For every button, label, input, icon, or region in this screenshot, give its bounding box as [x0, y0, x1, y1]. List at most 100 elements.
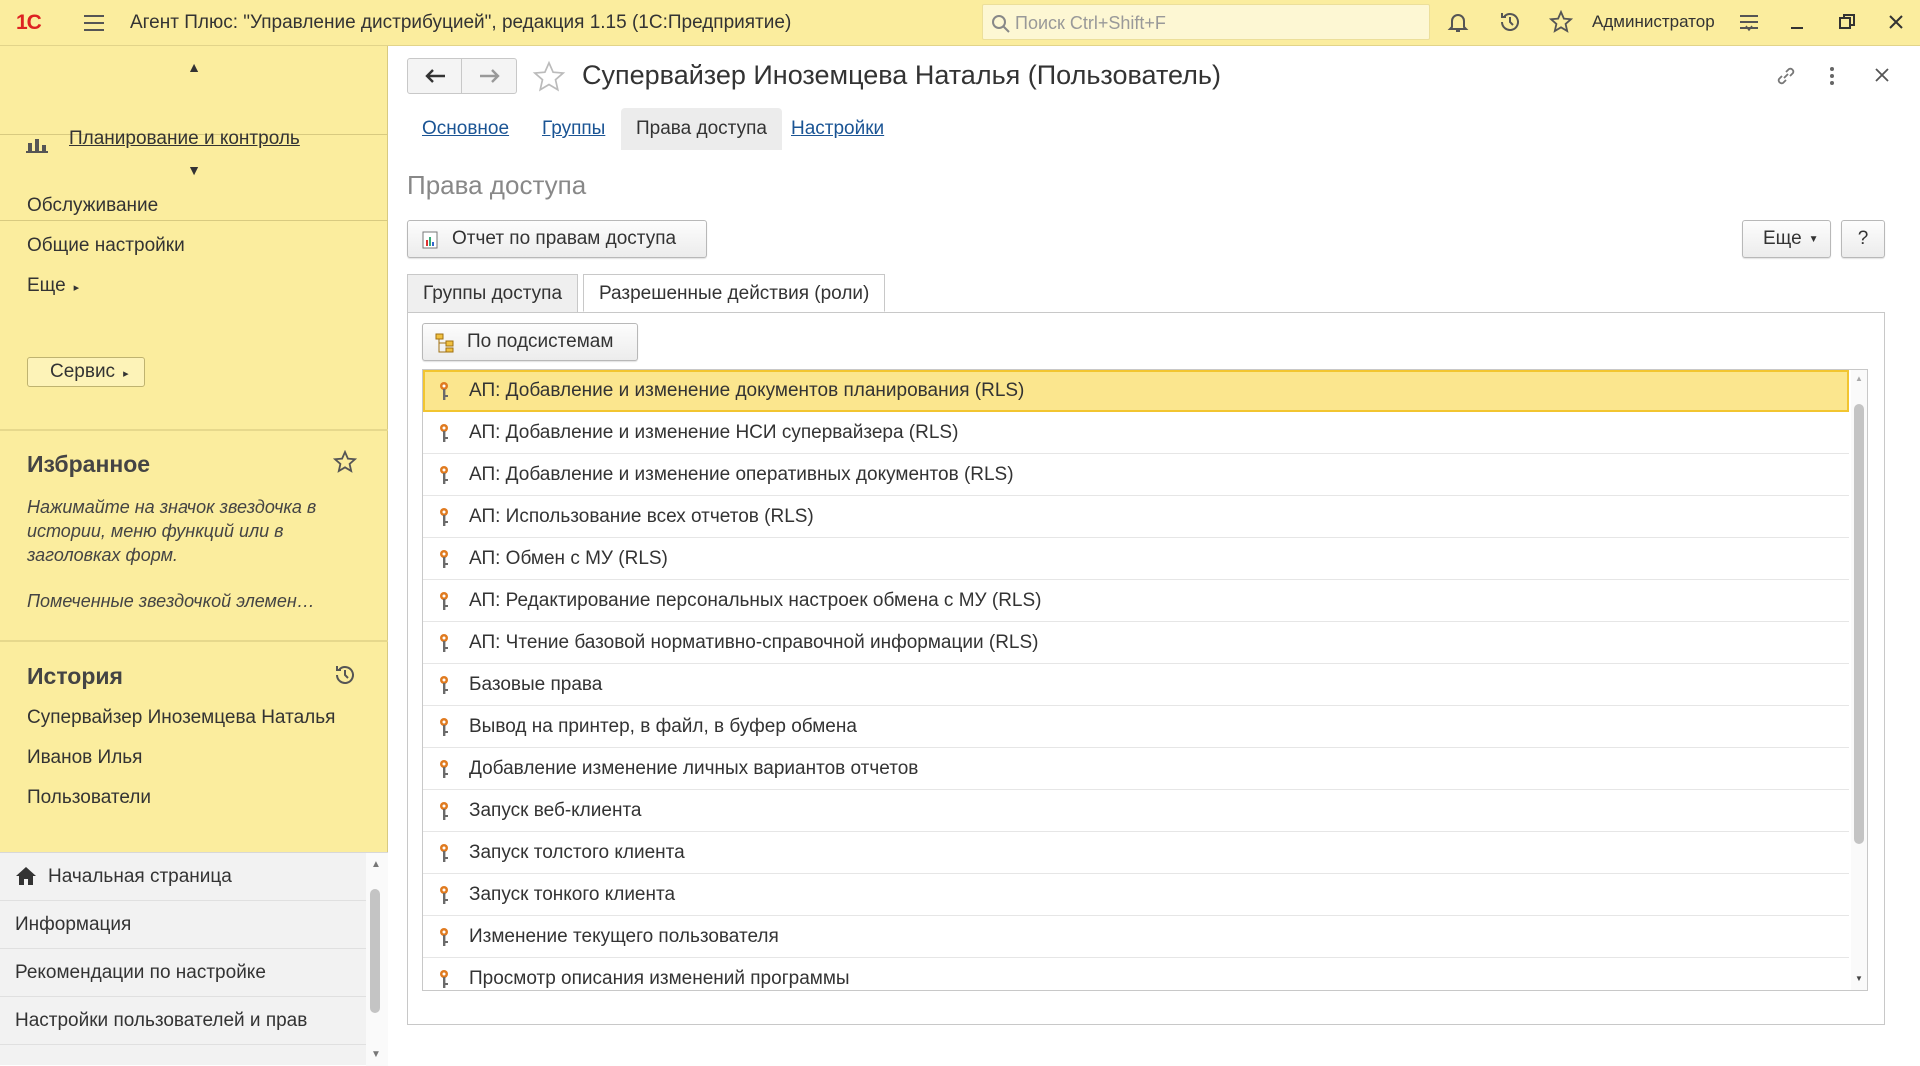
key-icon: [437, 507, 451, 527]
history-icon[interactable]: [1498, 10, 1522, 34]
history-item[interactable]: Пользователи: [27, 787, 151, 809]
list-item[interactable]: АП: Обмен с МУ (RLS): [423, 538, 1849, 580]
chevron-right-icon: ▸: [123, 368, 129, 380]
list-item[interactable]: Базовые права: [423, 664, 1849, 706]
list-item[interactable]: Вывод на принтер, в файл, в буфер обмена: [423, 706, 1849, 748]
key-icon: [437, 633, 451, 653]
report-icon: [422, 231, 438, 249]
list-item-label: Базовые права: [469, 674, 603, 695]
divider: [0, 429, 388, 431]
servis-button[interactable]: Сервис ▸: [27, 357, 145, 387]
main-form: Супервайзер Иноземцева Наталья (Пользова…: [389, 46, 1920, 1025]
menu-general-settings[interactable]: Общие настройки: [27, 235, 185, 257]
access-report-button[interactable]: Отчет по правам доступа: [407, 220, 707, 258]
nav-user-settings[interactable]: Настройки пользователей и прав: [0, 997, 366, 1045]
list-item-label: Добавление изменение личных вариантов от…: [469, 758, 919, 779]
link-icon[interactable]: [1774, 64, 1798, 88]
restore-icon[interactable]: [1835, 10, 1859, 34]
star-icon[interactable]: [531, 60, 567, 94]
close-icon[interactable]: [1884, 10, 1908, 34]
nav-recommendations[interactable]: Рекомендации по настройке: [0, 949, 366, 997]
history-nav: [407, 58, 517, 94]
list-item-label: АП: Чтение базовой нормативно-справочной…: [469, 632, 1039, 653]
close-icon[interactable]: [1873, 66, 1891, 84]
list-item[interactable]: Добавление изменение личных вариантов от…: [423, 748, 1849, 790]
history-icon[interactable]: [333, 663, 357, 687]
back-button[interactable]: [408, 59, 462, 93]
scroll-down-icon[interactable]: ▼: [1855, 974, 1863, 983]
servis-button-label: Сервис: [50, 361, 116, 382]
help-button[interactable]: ?: [1841, 220, 1885, 258]
key-icon: [437, 549, 451, 569]
left-panel: ▲ Планирование и контроль ▼ Обслуживание…: [0, 46, 388, 1066]
history-item[interactable]: Иванов Илья: [27, 747, 142, 769]
page-title: Права доступа: [407, 170, 587, 200]
key-icon: [437, 969, 451, 989]
by-subsystems-button[interactable]: По подсистемам: [422, 323, 638, 361]
list-item[interactable]: АП: Добавление и изменение оперативных д…: [423, 454, 1849, 496]
forward-button[interactable]: [463, 59, 517, 93]
sections-scroll-down[interactable]: ▼: [0, 155, 388, 185]
list-item[interactable]: АП: Добавление и изменение НСИ супервайз…: [423, 412, 1849, 454]
app-title: Агент Плюс: "Управление дистрибуцией", р…: [130, 12, 792, 33]
minimize-icon[interactable]: [1785, 10, 1809, 34]
more-button-label: Еще: [1763, 228, 1802, 249]
list-item[interactable]: АП: Добавление и изменение документов пл…: [423, 370, 1849, 412]
burger-icon[interactable]: [82, 13, 106, 33]
list-item[interactable]: АП: Чтение базовой нормативно-справочной…: [423, 622, 1849, 664]
title-bar: 1С Агент Плюс: "Управление дистрибуцией"…: [0, 0, 1920, 46]
list-item[interactable]: АП: Использование всех отчетов (RLS): [423, 496, 1849, 538]
more-button[interactable]: Еще ▼: [1742, 220, 1831, 258]
roles-panel: По подсистемам АП: Добавление и изменени…: [407, 312, 1885, 1025]
scroll-up-icon[interactable]: ▲: [1855, 374, 1863, 383]
panel-tab-access-groups[interactable]: Группы доступа: [407, 274, 579, 312]
scroll-down-icon[interactable]: ▼: [371, 1049, 381, 1060]
menu-more[interactable]: Еще ▸: [27, 275, 79, 297]
global-search[interactable]: [982, 4, 1430, 40]
key-icon: [437, 927, 451, 947]
list-item-label: Запуск веб-клиента: [469, 800, 642, 821]
tab-settings[interactable]: Настройки: [776, 108, 899, 150]
key-icon: [437, 717, 451, 737]
app-logo[interactable]: 1С: [16, 11, 42, 35]
list-item[interactable]: Просмотр описания изменений программы: [423, 958, 1849, 990]
sections-scroll-up[interactable]: ▲: [0, 52, 388, 82]
search-input[interactable]: [1015, 11, 1415, 35]
list-item-label: Запуск толстого клиента: [469, 842, 685, 863]
list-item[interactable]: АП: Редактирование персональных настроек…: [423, 580, 1849, 622]
nav-home-label: Начальная страница: [48, 866, 232, 887]
bell-icon[interactable]: [1446, 10, 1470, 34]
roles-list[interactable]: АП: Добавление и изменение документов пл…: [422, 369, 1868, 991]
nav-info[interactable]: Информация: [0, 901, 366, 949]
list-item[interactable]: Запуск тонкого клиента: [423, 874, 1849, 916]
scroll-thumb[interactable]: [370, 889, 380, 1013]
star-icon[interactable]: [1549, 10, 1573, 34]
list-item-label: Вывод на принтер, в файл, в буфер обмена: [469, 716, 857, 737]
settings-lines-icon[interactable]: [1737, 10, 1761, 34]
tab-groups[interactable]: Группы: [527, 108, 620, 150]
list-item-label: АП: Добавление и изменение документов пл…: [469, 380, 1025, 401]
scroll-up-icon[interactable]: ▲: [371, 859, 381, 870]
history-title: История: [27, 663, 123, 689]
nav-home[interactable]: Начальная страница: [0, 853, 366, 901]
nav-scrollbar[interactable]: ▲ ▼: [366, 853, 388, 1066]
current-user[interactable]: Администратор: [1592, 12, 1715, 32]
key-icon: [437, 675, 451, 695]
kebab-icon[interactable]: [1826, 64, 1838, 88]
tab-access-rights[interactable]: Права доступа: [621, 108, 782, 150]
tab-main[interactable]: Основное: [407, 108, 524, 150]
key-icon: [437, 381, 451, 401]
list-scrollbar[interactable]: ▲ ▼: [1851, 370, 1867, 990]
key-icon: [437, 885, 451, 905]
panel-tab-roles[interactable]: Разрешенные действия (роли): [583, 274, 886, 312]
key-icon: [437, 465, 451, 485]
favorites-marked: Помеченные звездочкой элемен…: [27, 591, 315, 611]
scroll-thumb[interactable]: [1854, 404, 1864, 844]
list-item[interactable]: Изменение текущего пользователя: [423, 916, 1849, 958]
menu-service[interactable]: Обслуживание: [27, 195, 158, 217]
key-icon: [437, 423, 451, 443]
list-item[interactable]: Запуск толстого клиента: [423, 832, 1849, 874]
star-icon[interactable]: [333, 450, 357, 474]
history-item[interactable]: Супервайзер Иноземцева Наталья: [27, 707, 335, 729]
list-item[interactable]: Запуск веб-клиента: [423, 790, 1849, 832]
